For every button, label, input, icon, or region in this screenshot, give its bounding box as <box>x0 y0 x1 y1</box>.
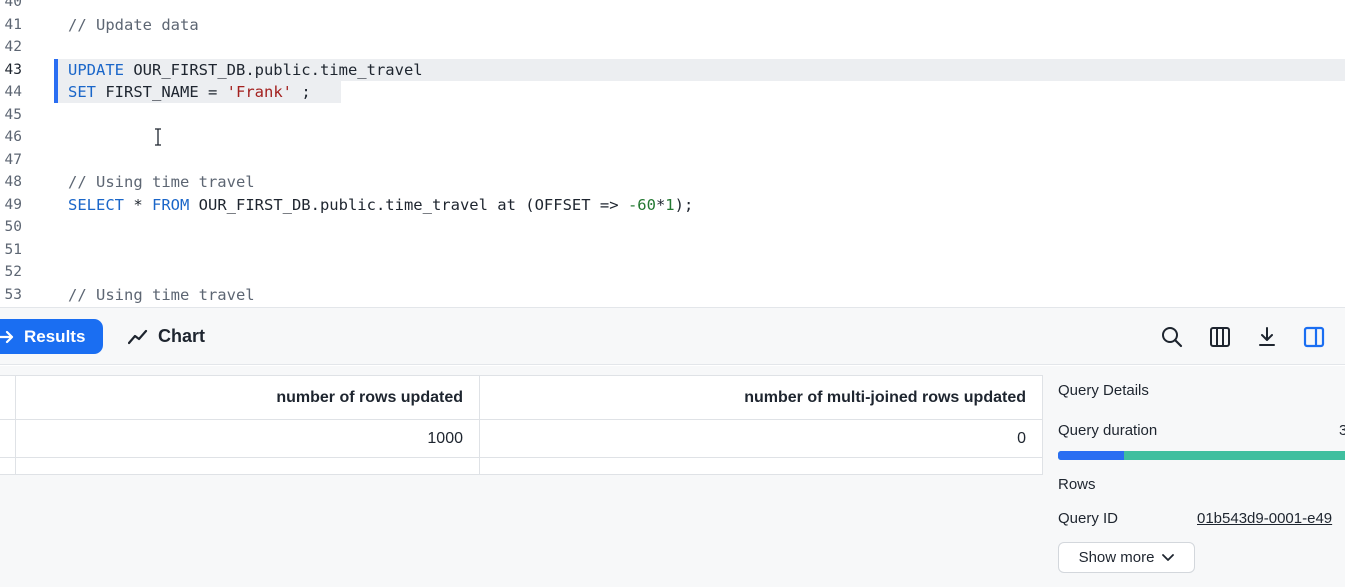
show-more-label: Show more <box>1078 549 1155 566</box>
code-text: // Update data <box>68 14 199 36</box>
code-token: -60 <box>627 195 656 214</box>
code-text: // Using time travel <box>68 171 255 193</box>
code-token: OUR_FIRST_DB.public.time_travel at (OFFS… <box>189 195 628 214</box>
search-icon[interactable] <box>1160 325 1184 349</box>
results-toolbar: Results Chart <box>0 307 1345 365</box>
row-number-cell <box>0 420 16 458</box>
code-text: SELECT * FROM OUR_FIRST_DB.public.time_t… <box>68 194 693 216</box>
code-line[interactable]: 40 <box>0 0 1345 13</box>
show-more-button[interactable]: Show more <box>1058 542 1195 573</box>
tab-chart[interactable]: Chart <box>128 319 205 354</box>
line-number: 48 <box>4 174 22 190</box>
code-line[interactable]: 42 <box>0 36 1345 58</box>
code-token: FROM <box>152 195 190 214</box>
code-line[interactable]: 50 <box>0 216 1345 238</box>
code-token: * <box>124 195 152 214</box>
code-text: // Using time travel <box>68 284 255 306</box>
split-panel-icon[interactable] <box>1302 325 1326 349</box>
table-cell[interactable]: 1000 <box>16 420 480 458</box>
code-line[interactable]: 49 SELECT * FROM OUR_FIRST_DB.public.time… <box>0 194 1345 216</box>
code-token: SET <box>68 83 96 101</box>
code-line[interactable]: 48 // Using time travel <box>0 171 1345 193</box>
empty-cell <box>480 458 1043 475</box>
selection-gutter-marker <box>54 59 58 103</box>
line-number: 40 <box>4 0 22 10</box>
tab-results-label: Results <box>24 326 86 346</box>
code-token: SELECT <box>68 195 124 214</box>
query-duration-value: 3 <box>1339 422 1345 439</box>
line-number: 51 <box>4 241 22 258</box>
line-number: 43 <box>4 61 22 78</box>
line-number: 45 <box>4 106 22 123</box>
download-icon[interactable] <box>1255 325 1279 349</box>
query-id-label: Query ID <box>1058 510 1119 527</box>
query-details-title: Query Details <box>1058 382 1149 399</box>
column-header-multi-joined-rows-updated[interactable]: number of multi-joined rows updated <box>480 376 1043 420</box>
row-number-header <box>0 376 16 420</box>
columns-icon[interactable] <box>1208 325 1232 349</box>
column-header-rows-updated[interactable]: number of rows updated <box>16 376 480 420</box>
code-token: 1 <box>665 195 675 214</box>
query-duration-bar-fill <box>1058 451 1124 460</box>
line-number: 53 <box>4 286 22 303</box>
query-details-panel: Query Details Query duration 3 Rows Quer… <box>1044 366 1345 587</box>
line-number: 49 <box>4 196 22 213</box>
code-line[interactable]: 41 // Update data <box>0 14 1345 36</box>
code-line[interactable]: 43 UPDATE OUR_FIRST_DB.public.time_travel <box>5 58 1345 81</box>
code-token: UPDATE <box>68 60 124 79</box>
code-line[interactable]: 52 <box>0 261 1345 283</box>
code-token: * <box>655 195 666 214</box>
code-token: // Using time travel <box>68 173 255 191</box>
line-number: 41 <box>4 16 22 33</box>
code-token: // Using time travel <box>68 285 255 304</box>
line-number: 47 <box>4 151 22 168</box>
sql-editor[interactable]: 40 41 // Update data 42 43 UPDATE OUR_FIRST_D… <box>0 0 1345 307</box>
code-line[interactable]: 51 <box>0 239 1345 261</box>
code-line[interactable]: 53 // Using time travel <box>0 284 1345 306</box>
code-line[interactable]: 47 <box>0 149 1345 171</box>
chevron-down-icon <box>1162 553 1175 561</box>
code-token: ; <box>291 83 311 101</box>
table-cell[interactable]: 0 <box>480 420 1043 458</box>
rows-label: Rows <box>1058 476 1096 493</box>
line-number: 42 <box>4 39 22 55</box>
tab-results[interactable]: Results <box>0 319 103 354</box>
code-token: OUR_FIRST_DB.public.time_travel <box>124 60 423 79</box>
arrow-right-icon <box>0 330 14 343</box>
code-token: ); <box>674 195 694 214</box>
text-cursor-icon <box>155 128 161 146</box>
code-token: // Update data <box>68 15 199 34</box>
line-number: 52 <box>4 264 22 280</box>
query-duration-bar <box>1058 451 1345 460</box>
code-token: FIRST_NAME = <box>96 83 227 101</box>
results-grid: number of rows updated number of multi-j… <box>0 375 1043 475</box>
code-line[interactable]: 45 <box>0 104 1345 126</box>
empty-cell <box>16 458 480 475</box>
line-number: 46 <box>4 129 22 145</box>
query-id-link[interactable]: 01b543d9-0001-e49 <box>1197 510 1332 527</box>
code-line[interactable]: 44 SET FIRST_NAME = 'Frank' ; <box>5 81 341 103</box>
code-line[interactable]: 46 <box>0 126 1345 148</box>
line-number: 44 <box>4 84 22 100</box>
code-text: UPDATE OUR_FIRST_DB.public.time_travel <box>68 59 423 81</box>
row-number-cell <box>0 458 16 475</box>
query-duration-label: Query duration <box>1058 422 1158 439</box>
code-text: SET FIRST_NAME = 'Frank' ; <box>68 81 311 103</box>
line-number: 50 <box>4 219 22 235</box>
code-token: 'Frank' <box>226 83 292 101</box>
tab-chart-label: Chart <box>158 326 206 346</box>
chart-line-icon <box>128 329 148 344</box>
